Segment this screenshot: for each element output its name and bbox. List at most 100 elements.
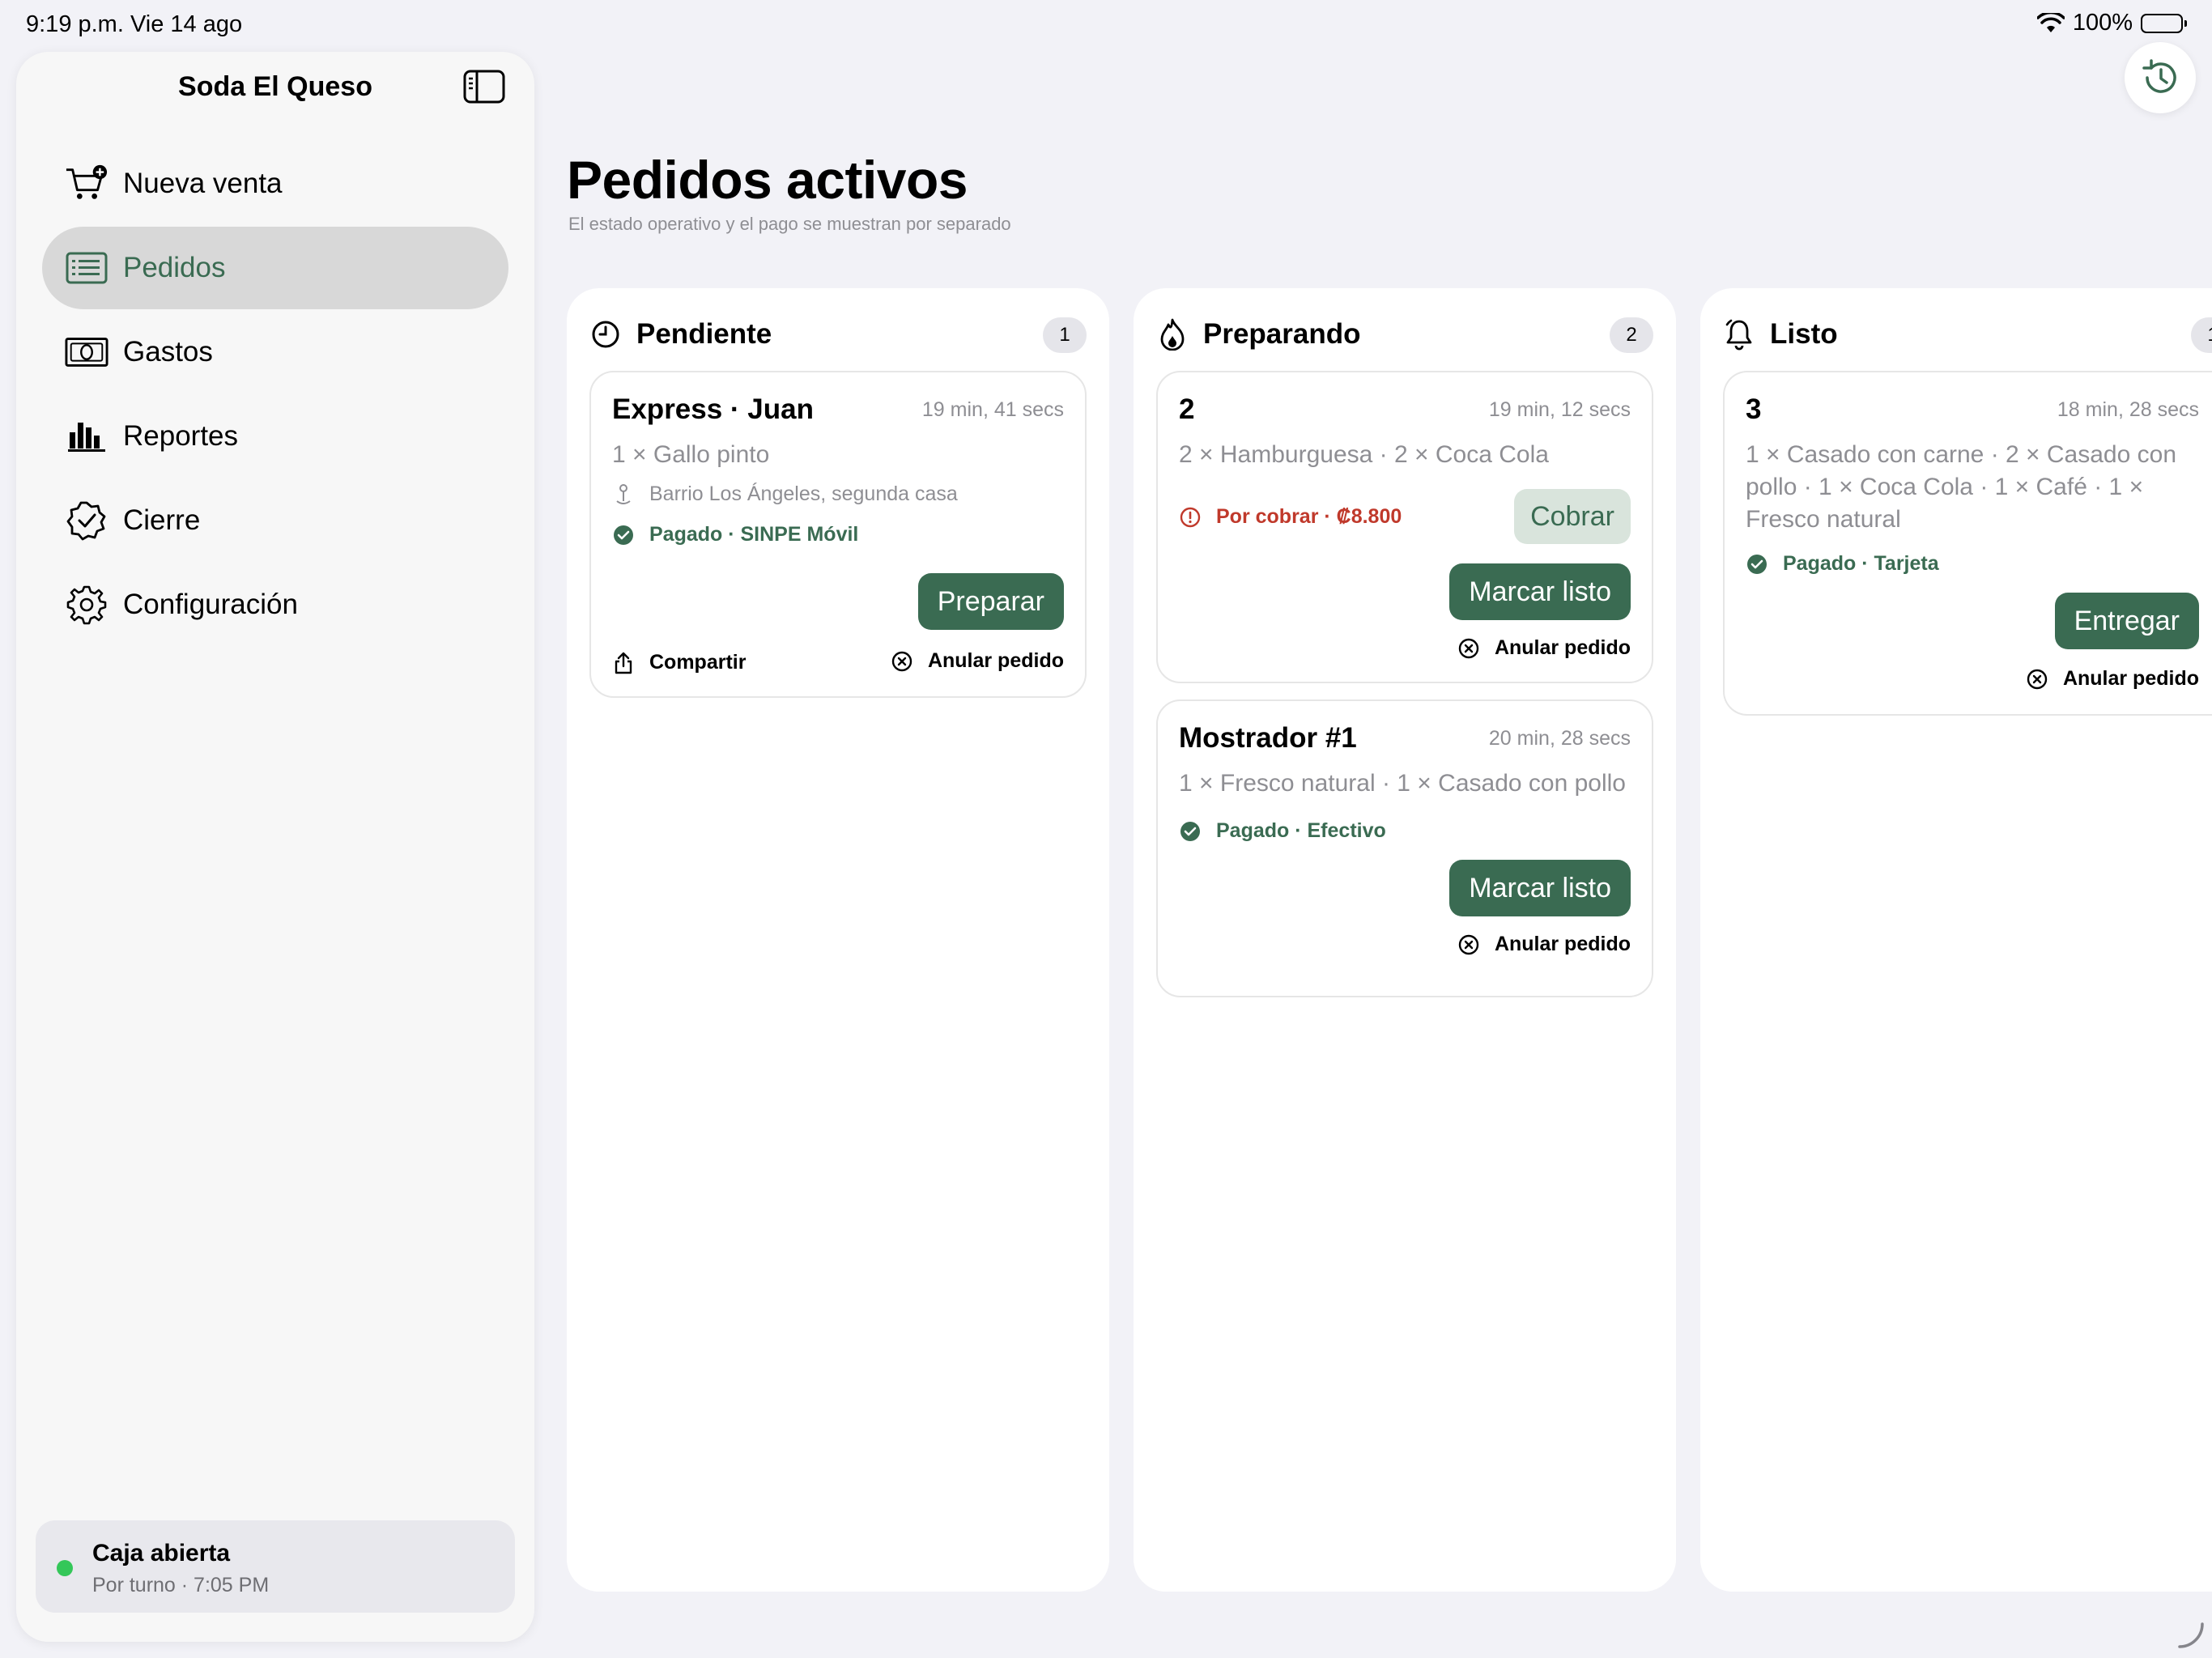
payment-status-row: Pagado · Efectivo — [1179, 819, 1386, 843]
deliver-button[interactable]: Entregar — [2054, 593, 2199, 649]
sidebar-item-label: Reportes — [123, 420, 239, 452]
check-circle-icon — [612, 524, 635, 546]
payment-status: Pagado · Tarjeta — [1783, 552, 1939, 575]
order-title: Mostrador #1 — [1179, 722, 1357, 754]
sidebar-item-label: Configuración — [123, 589, 298, 620]
status-dot — [57, 1560, 73, 1576]
delivery-address: Barrio Los Ángeles, segunda casa — [649, 483, 958, 505]
order-items: 1 × Fresco natural · 1 × Casado con poll… — [1179, 770, 1626, 797]
share-label: Compartir — [649, 651, 747, 674]
page-title: Pedidos activos — [567, 150, 968, 210]
flame-icon — [1156, 318, 1189, 351]
cancel-order-button[interactable]: Anular pedido — [891, 649, 1064, 673]
sidebar-item-gastos[interactable]: Gastos — [42, 311, 508, 393]
order-title: 3 — [1746, 393, 1762, 425]
order-elapsed-time: 20 min, 28 secs — [1488, 727, 1631, 750]
sidebar-item-nueva-venta[interactable]: Nueva venta — [42, 142, 508, 225]
order-title: 2 — [1179, 393, 1195, 425]
column-header: Listo 1 — [1723, 312, 2212, 356]
wifi-icon — [2036, 12, 2065, 34]
battery-percent: 100% — [2072, 10, 2133, 36]
page-subtitle: El estado operativo y el pago se muestra… — [568, 214, 1011, 234]
column-title: Pendiente — [636, 318, 772, 350]
payment-status: Pagado · SINPE Móvil — [649, 523, 859, 546]
clock-icon — [589, 318, 622, 351]
cancel-order-label: Anular pedido — [1494, 933, 1631, 955]
status-time: 9:19 p.m. Vie 14 ago — [26, 11, 243, 37]
payment-status-row: Por cobrar · ₡8.800 — [1179, 505, 1402, 529]
payment-status-row: Pagado · Tarjeta — [1746, 552, 1939, 576]
list-icon — [65, 246, 108, 290]
status-indicators: 100% — [2036, 10, 2187, 36]
gear-icon — [65, 583, 108, 627]
order-card[interactable]: Express · Juan 19 min, 41 secs 1 × Gallo… — [589, 371, 1087, 698]
banknote-icon — [65, 330, 108, 374]
share-icon — [612, 652, 635, 674]
column-header: Preparando 2 — [1156, 312, 1653, 356]
order-card[interactable]: 2 19 min, 12 secs 2 × Hamburguesa · 2 × … — [1156, 371, 1653, 683]
column-title: Listo — [1770, 318, 1838, 350]
order-items: 2 × Hamburguesa · 2 × Coca Cola — [1179, 441, 1549, 468]
column-header: Pendiente 1 — [589, 312, 1087, 356]
share-button[interactable]: Compartir — [612, 651, 746, 674]
x-circle-icon — [2026, 668, 2048, 691]
check-circle-icon — [1746, 553, 1768, 576]
order-items: 1 × Gallo pinto — [612, 441, 770, 468]
sidebar-item-pedidos[interactable]: Pedidos — [42, 227, 508, 309]
sidebar-toggle-icon[interactable] — [463, 70, 505, 104]
payment-status-row: Pagado · SINPE Móvil — [612, 523, 858, 546]
bar-chart-icon — [65, 414, 108, 458]
sidebar-nav: Nueva venta Pedidos Gastos Reportes Cier… — [42, 142, 508, 648]
sidebar-item-cierre[interactable]: Cierre — [42, 479, 508, 562]
sidebar: Soda El Queso Nueva venta Pedidos Gastos — [16, 52, 534, 1642]
resize-corner-icon — [2176, 1621, 2206, 1650]
order-elapsed-time: 19 min, 41 secs — [921, 398, 1064, 421]
order-items: 1 × Casado con carne · 2 × Casado con po… — [1746, 441, 2177, 533]
battery-icon — [2141, 13, 2187, 33]
sidebar-item-label: Pedidos — [123, 252, 226, 283]
column-preparando: Preparando 2 2 19 min, 12 secs 2 × Hambu… — [1134, 288, 1676, 1592]
cancel-order-label: Anular pedido — [1494, 636, 1631, 659]
column-listo: Listo 1 3 18 min, 28 secs 1 × Casado con… — [1700, 288, 2212, 1592]
order-title: Express · Juan — [612, 393, 814, 425]
cancel-order-label: Anular pedido — [927, 649, 1064, 672]
history-icon — [2141, 58, 2180, 97]
bell-icon — [1723, 318, 1755, 351]
sidebar-item-label: Nueva venta — [123, 168, 283, 199]
mark-ready-button[interactable]: Marcar listo — [1449, 563, 1631, 620]
alert-circle-icon — [1179, 506, 1202, 529]
sidebar-item-configuracion[interactable]: Configuración — [42, 563, 508, 646]
location-pin-icon — [612, 483, 635, 506]
sidebar-item-reportes[interactable]: Reportes — [42, 395, 508, 478]
x-circle-icon — [1457, 637, 1480, 660]
charge-button[interactable]: Cobrar — [1514, 489, 1631, 544]
sidebar-item-label: Gastos — [123, 336, 213, 368]
history-button[interactable] — [2125, 42, 2196, 113]
check-circle-icon — [1179, 820, 1202, 843]
payment-status: Pagado · Efectivo — [1216, 819, 1386, 842]
cancel-order-button[interactable]: Anular pedido — [1457, 636, 1631, 660]
cancel-order-label: Anular pedido — [2062, 667, 2199, 690]
prepare-button[interactable]: Preparar — [917, 573, 1064, 630]
check-seal-icon — [65, 499, 108, 542]
column-pendiente: Pendiente 1 Express · Juan 19 min, 41 se… — [567, 288, 1109, 1592]
cart-plus-icon — [65, 162, 108, 206]
cash-register-status[interactable]: Caja abierta Por turno · 7:05 PM — [36, 1520, 515, 1613]
app-title: Soda El Queso — [178, 71, 372, 102]
cash-register-subtitle: Por turno · 7:05 PM — [92, 1574, 270, 1596]
order-elapsed-time: 18 min, 28 secs — [2057, 398, 2199, 421]
cancel-order-button[interactable]: Anular pedido — [1457, 933, 1631, 956]
column-title: Preparando — [1203, 318, 1361, 350]
cancel-order-button[interactable]: Anular pedido — [2026, 667, 2199, 691]
order-elapsed-time: 19 min, 12 secs — [1488, 398, 1631, 421]
column-count-badge: 1 — [2191, 317, 2212, 353]
mark-ready-button[interactable]: Marcar listo — [1449, 860, 1631, 916]
column-count-badge: 1 — [1043, 317, 1087, 353]
sidebar-item-label: Cierre — [123, 504, 201, 536]
order-card[interactable]: Mostrador #1 20 min, 28 secs 1 × Fresco … — [1156, 699, 1653, 997]
delivery-address-row: Barrio Los Ángeles, segunda casa — [612, 483, 958, 506]
x-circle-icon — [891, 650, 913, 673]
payment-status: Por cobrar · ₡8.800 — [1216, 505, 1402, 528]
cash-register-title: Caja abierta — [92, 1540, 231, 1567]
order-card[interactable]: 3 18 min, 28 secs 1 × Casado con carne ·… — [1723, 371, 2212, 716]
